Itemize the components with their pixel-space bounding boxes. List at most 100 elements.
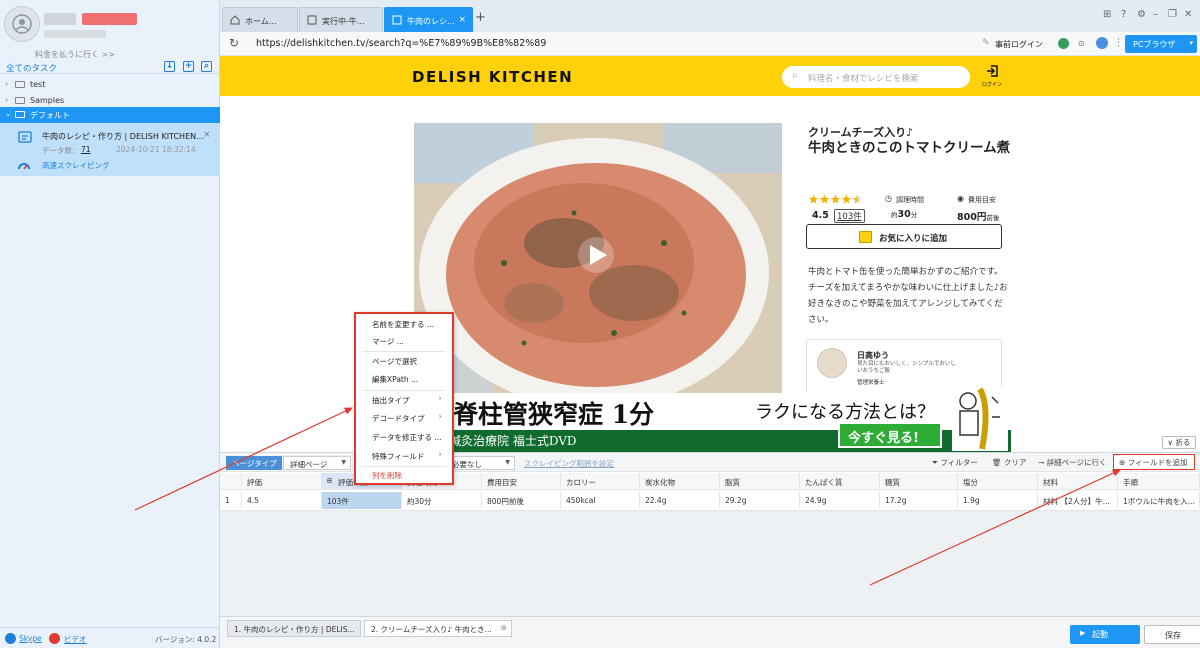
table-header-cell[interactable]: 塩分 — [958, 473, 1038, 490]
add-field-button[interactable]: ⊕ フィールドを追加 — [1113, 454, 1195, 470]
modify-data-menu-item[interactable]: データを修正する ... — [356, 430, 452, 445]
import-icon[interactable]: ↓ — [164, 61, 175, 72]
table-cell[interactable]: 4.5 — [242, 492, 322, 509]
all-tasks-label[interactable]: 全てのタスク — [6, 62, 57, 74]
tab-recipe[interactable]: 牛肉のレシ... × — [384, 7, 473, 32]
edit-xpath-menu-item[interactable]: 編集XPath ... — [356, 372, 452, 387]
extension-icon[interactable] — [1058, 38, 1069, 49]
filter-button[interactable]: ⏷ フィルター — [932, 457, 978, 468]
close-icon[interactable]: × — [458, 15, 466, 25]
save-button[interactable]: 保存 — [1144, 625, 1200, 644]
add-favorite-button[interactable]: お気に入りに追加 — [806, 224, 1002, 249]
play-icon[interactable] — [577, 236, 615, 274]
extract-type-menu-item[interactable]: 抽出タイプ › — [356, 393, 452, 408]
search-task-icon[interactable]: ⌕ — [201, 61, 212, 72]
more-icon[interactable]: ⋮ — [1114, 38, 1123, 48]
table-cell[interactable]: 1ボウルに牛肉を入... — [1118, 492, 1200, 509]
table-cell[interactable]: 17.2g — [880, 492, 958, 509]
close-icon[interactable]: × — [203, 130, 211, 140]
video-icon[interactable] — [49, 633, 60, 644]
table-header-cell[interactable]: 糖質 — [880, 473, 958, 490]
table-header-cell[interactable]: たんぱく質 — [800, 473, 880, 490]
move-icon[interactable]: ⊕ — [326, 476, 333, 485]
video-link[interactable]: ビデオ — [64, 634, 87, 645]
task-tab-1[interactable]: 1. 牛肉のレシピ・作り方 | DELIS... — [227, 620, 361, 637]
table-header-cell[interactable]: 手順 — [1118, 473, 1200, 490]
delete-column-menu-item[interactable]: 列を削除 — [356, 468, 452, 483]
tab-running[interactable]: 実行中-牛... — [299, 7, 383, 32]
info-icon[interactable] — [1096, 37, 1108, 49]
avatar[interactable] — [4, 6, 40, 42]
site-search-input[interactable]: ⌕ 料理名・食材でレシピを検索 — [782, 66, 970, 88]
skype-link[interactable]: Skype — [19, 634, 42, 643]
rating-count-link[interactable]: 103件 — [834, 209, 865, 223]
site-logo[interactable]: DELISH KITCHEN — [412, 68, 573, 86]
pre-login-button[interactable]: 事前ログイン — [995, 39, 1043, 50]
start-button[interactable]: ▶ 起動 — [1070, 625, 1140, 644]
url-field[interactable]: https://delishkitchen.tv/search?q=%E7%89… — [256, 38, 546, 49]
chevron-down-icon[interactable]: ⌄ — [5, 109, 12, 118]
settings-icon[interactable]: ⚙ — [1137, 9, 1146, 20]
page-type-select[interactable]: 詳細ページ ▼ — [283, 456, 351, 470]
row-number: 1 — [220, 492, 242, 509]
ad-cta-button[interactable]: 今すぐ見る! — [838, 422, 942, 448]
recipe-video[interactable] — [414, 123, 782, 395]
clear-button[interactable]: 🗑 クリア — [992, 457, 1026, 468]
new-task-icon[interactable]: + — [183, 61, 194, 72]
goto-detail-label: 詳細ページに行く — [1046, 458, 1107, 467]
gift-icon[interactable]: ⊞ — [1103, 9, 1111, 20]
merge-menu-item[interactable]: マージ ... — [356, 334, 452, 349]
task-tab-label: 2. クリームチーズ入り♪ 牛肉とき... — [371, 625, 492, 634]
table-cell[interactable]: 450kcal — [561, 492, 640, 509]
new-tab-icon[interactable]: + — [475, 10, 486, 25]
chevron-right-icon[interactable]: › — [5, 79, 8, 88]
translate-icon[interactable]: ⊙ — [1078, 39, 1085, 48]
decode-type-menu-item[interactable]: デコードタイプ › — [356, 411, 452, 426]
restore-icon[interactable]: ❐ — [1168, 9, 1177, 20]
table-cell[interactable]: 29.2g — [720, 492, 800, 509]
table-cell[interactable]: 800円前後 — [482, 492, 561, 509]
special-field-menu-item[interactable]: 特殊フィールド › — [356, 449, 452, 464]
help-icon[interactable]: ? — [1121, 9, 1126, 20]
sidebar: 料金を払うに行く >> 全てのタスク ↓ + ⌕ › test › Sample… — [0, 0, 220, 648]
table-cell[interactable]: 1.9g — [958, 492, 1038, 509]
fold-button[interactable]: ∨ 折る — [1162, 436, 1196, 449]
login-button[interactable]: ログイン — [982, 64, 1002, 88]
table-header-cell[interactable]: カロリー — [561, 473, 640, 490]
pc-browser-button[interactable]: PCブラウザ ▾ — [1125, 35, 1197, 53]
task-title[interactable]: 牛肉のレシピ・作り方 | DELISH KITCHEN... — [42, 131, 204, 142]
edit-icon[interactable]: ✎ — [982, 38, 990, 48]
blurred-account-info — [44, 30, 106, 38]
folder-default[interactable]: ⌄ デフォルト — [0, 107, 220, 123]
task-tab-2[interactable]: 2. クリームチーズ入り♪ 牛肉とき... ⊗ — [364, 620, 512, 637]
table-header-cell[interactable]: 脂質 — [720, 473, 800, 490]
chevron-right-icon[interactable]: › — [5, 95, 8, 104]
table-cell[interactable]: 22.4g — [640, 492, 720, 509]
select-in-page-menu-item[interactable]: ページで選択 — [356, 354, 452, 369]
table-cell[interactable]: 103件 — [322, 492, 402, 509]
table-header-cell[interactable]: 費用目安 — [482, 473, 561, 490]
table-cell[interactable]: 材料 【2人分】牛... — [1038, 492, 1118, 509]
close-icon[interactable]: ⊗ — [501, 623, 507, 632]
table-header-cell[interactable]: 炭水化物 — [640, 473, 720, 490]
goto-detail-button[interactable]: ⊸ 詳細ページに行く — [1038, 457, 1107, 468]
minimize-icon[interactable]: – — [1153, 9, 1158, 20]
star-icon — [808, 194, 819, 204]
table-cell[interactable]: 約30分 — [402, 492, 482, 509]
tab-home[interactable]: ホーム... — [222, 7, 298, 32]
task-item[interactable]: 牛肉のレシピ・作り方 | DELISH KITCHEN... × データ数: 7… — [0, 123, 220, 176]
close-window-icon[interactable]: ✕ — [1184, 9, 1192, 20]
folder-test[interactable]: › test — [0, 77, 220, 93]
table-header-cell[interactable]: 評価 — [242, 473, 322, 490]
scroll-type-select[interactable]: 必要なし ▼ — [447, 456, 515, 470]
set-range-link[interactable]: スクレイピング範囲を設定 — [524, 458, 614, 469]
data-count[interactable]: 71 — [81, 145, 91, 154]
ad-banner[interactable]: 脊柱管狭窄症 1分 ラクになる方法とは？ 鍼灸治療院 福士式DVD 今すぐ見る! — [445, 387, 1011, 452]
pay-link[interactable]: 料金を払うに行く >> — [0, 49, 150, 60]
reload-icon[interactable]: ↻ — [229, 36, 239, 50]
table-cell[interactable]: 24.9g — [800, 492, 880, 509]
skype-icon[interactable] — [5, 633, 16, 644]
chevron-down-icon: ▾ — [1189, 39, 1193, 47]
rename-menu-item[interactable]: 名前を変更する ... — [356, 317, 452, 332]
table-header-cell[interactable]: 材料 — [1038, 473, 1118, 490]
